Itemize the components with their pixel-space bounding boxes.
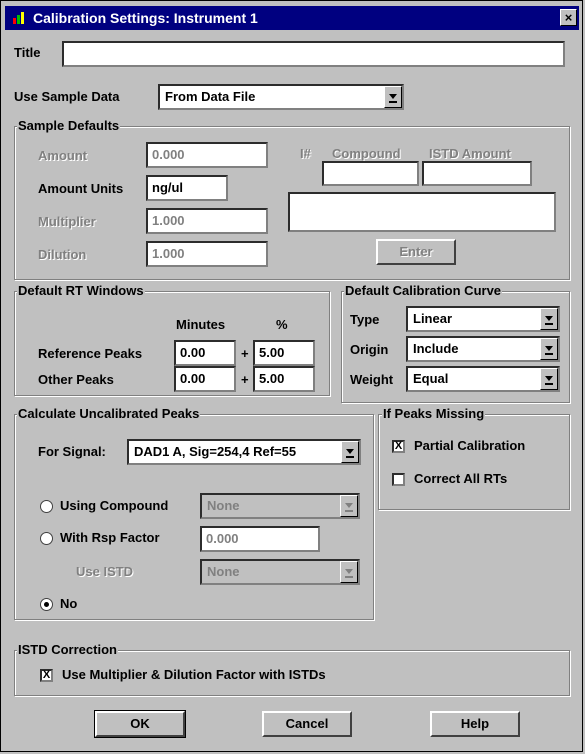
reference-percent-input[interactable]: 5.00: [253, 340, 315, 366]
istd-compound-input[interactable]: [322, 161, 419, 186]
chevron-down-icon[interactable]: [540, 308, 558, 330]
istd-multiplier-checkbox[interactable]: X: [40, 669, 53, 682]
istd-amount-input[interactable]: [422, 161, 532, 186]
rsp-factor-radio[interactable]: [40, 532, 53, 545]
amount-input[interactable]: 0.000: [146, 142, 268, 168]
chevron-down-icon[interactable]: [540, 368, 558, 390]
rsp-factor-label: With Rsp Factor: [60, 530, 160, 545]
signal-value: DAD1 A, Sig=254,4 Ref=55: [134, 444, 297, 459]
minutes-header: Minutes: [176, 317, 226, 332]
percent-header: %: [276, 317, 288, 332]
using-compound-radio[interactable]: [40, 500, 53, 513]
chevron-down-icon[interactable]: [384, 86, 402, 108]
dilution-input[interactable]: 1.000: [146, 241, 268, 267]
origin-select[interactable]: Include: [406, 336, 560, 362]
signal-select[interactable]: DAD1 A, Sig=254,4 Ref=55: [127, 439, 361, 465]
amount-units-label: Amount Units: [38, 181, 124, 196]
correct-all-rts-label: Correct All RTs: [414, 471, 508, 486]
app-icon: [13, 12, 24, 24]
enter-button[interactable]: Enter: [376, 239, 456, 265]
chevron-down-icon[interactable]: [540, 338, 558, 360]
rsp-factor-input[interactable]: 0.000: [200, 526, 320, 552]
type-value: Linear: [413, 311, 453, 326]
partial-calibration-label: Partial Calibration: [414, 438, 526, 453]
istd-compound-header: Compound: [332, 146, 401, 161]
help-button[interactable]: Help: [430, 711, 520, 737]
partial-calibration-checkbox[interactable]: X: [392, 440, 405, 453]
use-istd-label: Use ISTD: [76, 564, 134, 579]
correct-all-rts-checkbox[interactable]: [392, 473, 405, 486]
use-sample-data-select[interactable]: From Data File: [158, 84, 404, 110]
reference-minutes-input[interactable]: 0.00: [174, 340, 236, 366]
multiplier-input[interactable]: 1.000: [146, 208, 268, 234]
peaks-missing-legend: If Peaks Missing: [382, 406, 486, 421]
istd-number-header: I#: [300, 146, 311, 161]
origin-label: Origin: [350, 342, 389, 357]
peaks-missing-group: [378, 414, 570, 510]
cancel-button[interactable]: Cancel: [262, 711, 352, 737]
using-compound-select[interactable]: None: [200, 493, 360, 519]
no-label: No: [60, 596, 78, 611]
chevron-down-icon[interactable]: [340, 495, 358, 517]
signal-label: For Signal:: [38, 444, 106, 459]
weight-value: Equal: [413, 371, 449, 386]
use-istd-value: None: [207, 564, 240, 579]
istd-list[interactable]: [288, 192, 556, 232]
other-percent-input[interactable]: 5.00: [253, 366, 315, 392]
dilution-label: Dilution: [38, 247, 87, 262]
istd-amount-header: ISTD Amount: [429, 146, 511, 161]
istd-multiplier-label: Use Multiplier & Dilution Factor with IS…: [62, 667, 326, 682]
window-title: Calibration Settings: Instrument 1: [33, 10, 258, 26]
use-sample-data-value: From Data File: [165, 89, 256, 104]
using-compound-label: Using Compound: [60, 498, 169, 513]
multiplier-label: Multiplier: [38, 214, 96, 229]
ok-button[interactable]: OK: [94, 710, 186, 738]
title-label: Title: [14, 45, 41, 60]
reference-plus-label: +: [241, 346, 249, 361]
other-minutes-input[interactable]: 0.00: [174, 366, 236, 392]
other-peaks-label: Other Peaks: [38, 372, 114, 387]
sample-defaults-legend: Sample Defaults: [17, 118, 121, 133]
other-plus-label: +: [241, 372, 249, 387]
use-sample-data-label: Use Sample Data: [14, 89, 120, 104]
close-button[interactable]: ×: [560, 9, 577, 26]
uncalibrated-legend: Calculate Uncalibrated Peaks: [17, 406, 201, 421]
weight-select[interactable]: Equal: [406, 366, 560, 392]
amount-units-input[interactable]: ng/ul: [146, 175, 228, 201]
close-icon: ×: [564, 10, 573, 25]
rt-windows-legend: Default RT Windows: [17, 283, 145, 298]
use-istd-select[interactable]: None: [200, 559, 360, 585]
reference-peaks-label: Reference Peaks: [38, 346, 143, 361]
weight-label: Weight: [350, 372, 394, 387]
type-label: Type: [350, 312, 380, 327]
type-select[interactable]: Linear: [406, 306, 560, 332]
chevron-down-icon[interactable]: [340, 561, 358, 583]
chevron-down-icon[interactable]: [341, 441, 359, 463]
title-input[interactable]: [62, 41, 565, 67]
using-compound-value: None: [207, 498, 240, 513]
title-bar: Calibration Settings: Instrument 1 ×: [5, 6, 579, 30]
istd-correction-legend: ISTD Correction: [17, 642, 118, 657]
no-radio[interactable]: [40, 598, 53, 611]
calibration-curve-legend: Default Calibration Curve: [344, 283, 503, 298]
amount-label: Amount: [38, 148, 88, 163]
origin-value: Include: [413, 341, 459, 356]
